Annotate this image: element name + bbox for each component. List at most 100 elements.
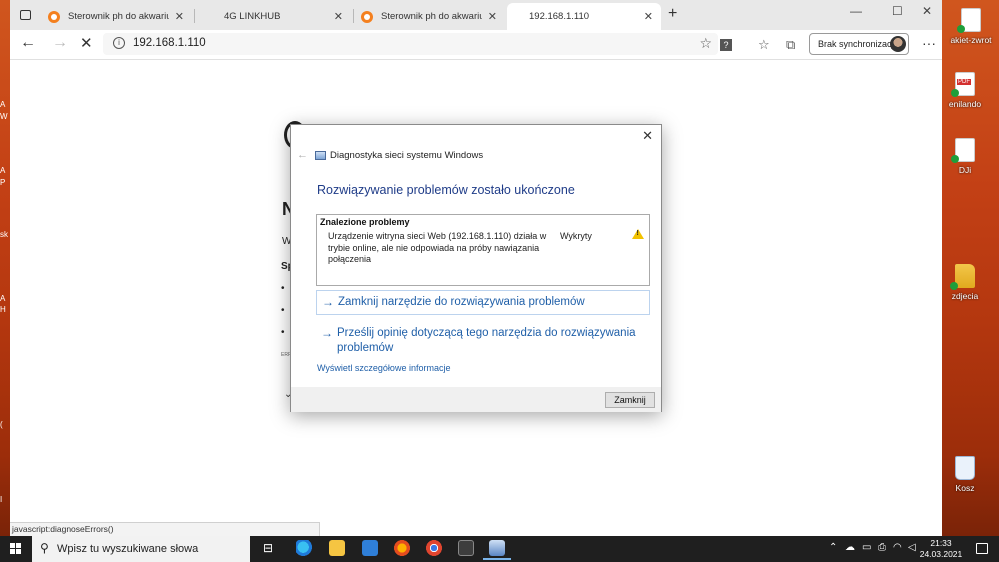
dialog-app-title: Diagnostyka sieci systemu Windows [330, 150, 484, 161]
status-bar: javascript:diagnoseErrors() [10, 522, 320, 536]
close-troubleshooter-action[interactable]: → Zamknij narzędzie do rozwiązywania pro… [316, 290, 650, 315]
avatar [890, 36, 906, 52]
tab-close-icon[interactable]: ✕ [175, 10, 184, 23]
tab-bar: Sterownik ph do akwarium – Stro ✕ 4G LIN… [10, 0, 942, 30]
send-feedback-action[interactable]: → Prześlij opinię dotyczącą tego narzędz… [316, 322, 650, 360]
stop-loading-button[interactable]: ✕ [80, 34, 93, 52]
desktop-icon-folder[interactable]: zdjecia [945, 264, 985, 301]
address-bar[interactable]: i 192.168.1.110 ☆ [103, 33, 718, 55]
tab-separator [194, 9, 195, 23]
info-icon[interactable]: i [113, 37, 125, 49]
orange-circle-icon [361, 10, 373, 23]
back-arrow-icon[interactable]: ← [297, 149, 308, 161]
network-diagnostics-icon [315, 151, 326, 160]
sync-check-icon [951, 155, 959, 163]
desktop-icon-label: enilando [948, 99, 982, 109]
favorites-icon[interactable]: ☆ [758, 37, 770, 53]
taskbar-clock[interactable]: 21:33 24.03.2021 [918, 538, 964, 560]
tab-title: Sterownik ph do akwarium – Stro [68, 11, 169, 22]
view-details-link[interactable]: Wyświetl szczegółowe informacje [317, 363, 450, 373]
battery-icon[interactable]: ▭ [862, 542, 871, 553]
desktop-icon-label: DJi [958, 165, 972, 175]
problems-box: Znalezione problemy Urządzenie witryna s… [316, 214, 650, 286]
new-tab-button[interactable]: + [668, 5, 677, 23]
tab-192-168-1-110[interactable]: 192.168.1.110 ✕ [507, 3, 661, 30]
show-hidden-icons-icon[interactable]: ⌃ [829, 542, 837, 553]
close-window-button[interactable]: ✕ [922, 4, 932, 18]
tab-title: Sterownik ph do akwarium – Stro [381, 11, 482, 22]
desktop-edge-text: A [0, 100, 6, 109]
address-url[interactable]: 192.168.1.110 [133, 37, 206, 49]
task-view-icon[interactable]: ⊟ [263, 541, 273, 555]
search-icon: ⚲ [40, 541, 49, 555]
edge-app-icon[interactable] [296, 540, 312, 556]
problem-status: Wykryty [560, 231, 592, 241]
desktop-edge-text: I [0, 495, 3, 504]
warning-icon [632, 229, 644, 239]
list-bullet: • [281, 327, 285, 338]
desktop-icon-label: zdjecia [951, 291, 979, 301]
desktop-edge-text: sk [0, 230, 8, 239]
minimize-button[interactable]: — [850, 4, 862, 18]
arrow-right-icon: → [321, 326, 333, 340]
desktop-icon-document[interactable]: akiet-zwrot [946, 8, 996, 45]
profile-sync-button[interactable]: Brak synchronizacji [809, 33, 909, 55]
problem-description: Urządzenie witryna sieci Web (192.168.1.… [328, 231, 547, 264]
printer-icon[interactable]: ⎙ [878, 542, 886, 553]
desktop-icon-recycle-bin[interactable]: Kosz [945, 456, 985, 493]
sync-check-icon [957, 25, 965, 33]
taskbar-search[interactable]: ⚲ Wpisz tu wyszukiwane słowa [32, 536, 250, 562]
tab-actions-icon[interactable] [20, 10, 31, 20]
blank-page-icon [204, 11, 216, 23]
sync-check-icon [950, 282, 958, 290]
file-explorer-icon[interactable] [329, 540, 345, 556]
forward-button[interactable]: → [52, 34, 68, 52]
tab-title: 192.168.1.110 [529, 11, 590, 22]
store-app-icon[interactable] [458, 540, 474, 556]
clock-date: 24.03.2021 [919, 549, 963, 559]
desktop-edge-text: ( [0, 420, 3, 429]
clock-time: 21:33 [930, 538, 952, 548]
tab-close-icon[interactable]: ✕ [644, 10, 653, 23]
volume-icon[interactable]: ◁ [908, 542, 916, 553]
network-diagnostics-taskbar-icon[interactable] [483, 540, 511, 560]
collections-icon[interactable]: ⧉ [786, 37, 795, 53]
tab-4g-linkhub[interactable]: 4G LINKHUB ✕ [196, 3, 351, 30]
action-label: Zamknij narzędzie do rozwiązywania probl… [338, 296, 585, 308]
action-label: Prześlij opinię dotyczącą tego narzędzia… [337, 327, 636, 354]
close-button[interactable]: Zamknij [605, 392, 655, 408]
pdf-icon [951, 72, 975, 97]
tab-close-icon[interactable]: ✕ [334, 10, 343, 23]
tab-sterownik-2[interactable]: Sterownik ph do akwarium – Stro ✕ [353, 3, 505, 30]
list-bullet: • [281, 283, 285, 294]
firefox-app-icon[interactable] [394, 540, 410, 556]
document-icon [951, 138, 975, 163]
mail-app-icon[interactable] [362, 540, 378, 556]
dialog-close-icon[interactable]: ✕ [642, 128, 653, 144]
tab-title: 4G LINKHUB [224, 11, 281, 22]
tab-close-icon[interactable]: ✕ [488, 10, 497, 23]
desktop-edge-text: A [0, 294, 6, 303]
wifi-icon[interactable]: ◠ [893, 542, 902, 553]
search-placeholder: Wpisz tu wyszukiwane słowa [57, 543, 199, 555]
back-button[interactable]: ← [20, 34, 36, 52]
desktop-edge-text: A [0, 166, 6, 175]
windows-start-icon[interactable] [10, 543, 21, 554]
desktop-icon-pdf[interactable]: enilando [945, 72, 985, 109]
notification-center-icon[interactable] [976, 543, 988, 554]
desktop-icon-label: Kosz [955, 483, 975, 493]
favorite-star-icon[interactable]: ☆ [699, 35, 712, 52]
network-diagnostics-dialog: ✕ ← Diagnostyka sieci systemu Windows Ro… [290, 124, 662, 412]
dialog-heading: Rozwiązywanie problemów zostało ukończon… [317, 183, 575, 197]
orange-circle-icon [48, 10, 60, 23]
problems-header: Znalezione problemy [320, 217, 410, 227]
help-icon[interactable]: ? [720, 39, 732, 51]
settings-menu-icon[interactable]: ··· [922, 35, 936, 51]
chrome-app-icon[interactable] [426, 540, 442, 556]
maximize-button[interactable]: ☐ [892, 4, 903, 18]
tab-sterownik-1[interactable]: Sterownik ph do akwarium – Stro ✕ [40, 3, 192, 30]
document-icon [957, 8, 981, 33]
desktop-edge-text: H [0, 305, 6, 314]
desktop-icon-dji[interactable]: DJi [945, 138, 985, 175]
onedrive-icon[interactable]: ☁ [845, 542, 855, 553]
